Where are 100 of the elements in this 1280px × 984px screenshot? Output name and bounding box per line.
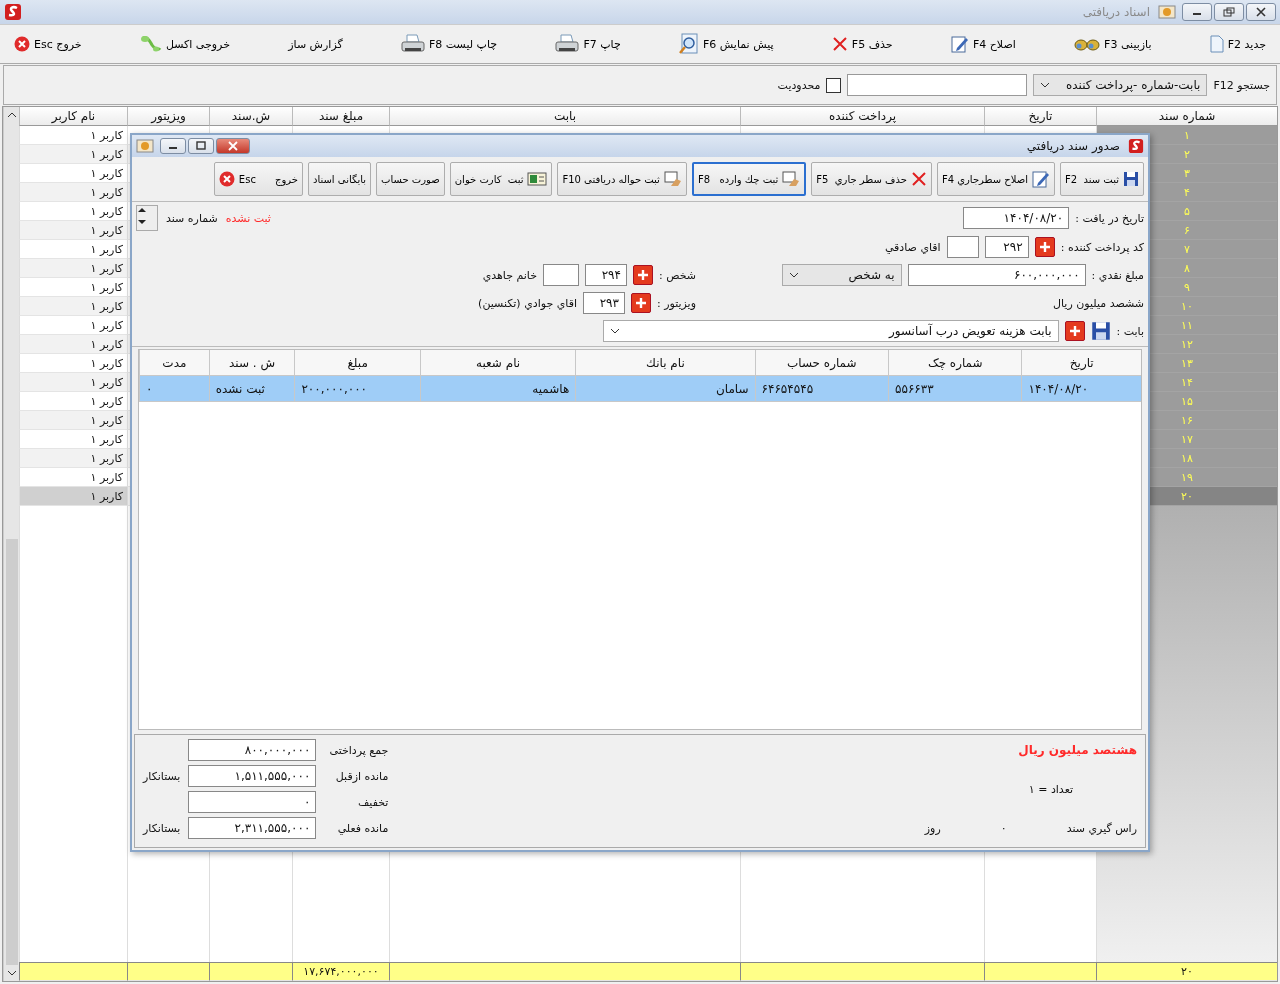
input-field[interactable] [543, 264, 579, 286]
maximize-button[interactable] [188, 138, 214, 154]
rounding-value: ۰ [1000, 822, 1007, 835]
printer-icon [555, 34, 580, 54]
table-cell[interactable]: کاربر ۱ [19, 411, 127, 430]
save-button[interactable] [1090, 321, 1111, 341]
table-cell[interactable]: کاربر ۱ [19, 373, 127, 392]
subject-field[interactable]: بابت هزينه تعويض درب آسانسور [602, 320, 1059, 342]
column-header[interactable]: نام کاربر [19, 107, 127, 126]
toolbar-button[interactable]: خروج Esc [213, 162, 303, 196]
table-cell[interactable]: کاربر ۱ [19, 392, 127, 411]
toolbar-button[interactable]: پیش نمایش F6 [675, 33, 778, 55]
close-button[interactable] [1246, 3, 1276, 21]
toolbar-button[interactable]: چاپ F7 [551, 34, 625, 54]
minimize-button[interactable] [1182, 3, 1212, 21]
toolbar-button[interactable]: خروجی اکسل [135, 34, 234, 54]
total-field[interactable]: ۱,۵۱۱,۵۵۵,۰۰۰ [188, 765, 317, 787]
toolbar-button[interactable]: خروج Esc [10, 36, 86, 52]
table-cell[interactable]: کاربر ۱ [19, 259, 127, 278]
table-cell[interactable]: کاربر ۱ [19, 145, 127, 164]
table-cell[interactable]: کاربر ۱ [19, 297, 127, 316]
table-cell[interactable]: کاربر ۱ [19, 449, 127, 468]
person-code-field[interactable]: ۲۹۴ [585, 264, 627, 286]
column-header[interactable]: بابت [389, 107, 740, 126]
add-button[interactable] [1034, 237, 1055, 257]
toolbar-button[interactable]: اصلاح سطرجاري F4 [936, 162, 1056, 196]
payer-code-field[interactable]: ۲۹۲ [984, 236, 1029, 258]
toolbar-button[interactable]: ثبت کارت خوان [449, 162, 553, 196]
toolbar-button[interactable]: جدید F2 [1205, 35, 1270, 53]
toolbar-button[interactable]: بایگانی اسناد [307, 162, 372, 196]
column-header[interactable]: شماره سند [1096, 107, 1277, 126]
table-cell[interactable]: کاربر ۱ [19, 354, 127, 373]
table-cell[interactable]: کاربر ۱ [19, 468, 127, 487]
close-button[interactable] [216, 138, 250, 154]
toolbar-button[interactable]: حذف سطر جاري F5 [811, 162, 932, 196]
visitor-code-field[interactable]: ۲۹۳ [582, 292, 625, 314]
target-dropdown[interactable]: به شخص [781, 264, 902, 286]
column-header[interactable]: شماره حساب [754, 350, 888, 376]
toolbar-button[interactable]: ثبت چك وارده F8 [691, 162, 807, 196]
column-header[interactable]: مدت [139, 350, 209, 376]
column-header[interactable]: شماره چک [888, 350, 1022, 376]
plus-icon [637, 269, 649, 281]
row-number: ۹ [1184, 280, 1190, 294]
column-header[interactable]: تاریخ [1021, 350, 1141, 376]
total-label: مانده فعلي [336, 821, 389, 835]
cash-amount-field[interactable]: ۶۰۰,۰۰۰,۰۰۰ [907, 264, 1086, 286]
table-cell[interactable]: کاربر ۱ [19, 487, 127, 506]
column-header[interactable]: تاریخ [984, 107, 1096, 126]
toolbar-button[interactable]: گزارش ساز [284, 37, 347, 51]
column-header[interactable]: ش.سند [209, 107, 292, 126]
limit-checkbox[interactable] [826, 77, 842, 93]
table-cell: ۶۴۶۵۴۵۴۵ [761, 381, 814, 396]
toolbar-button[interactable]: اصلاح F4 [946, 35, 1020, 53]
column-header[interactable]: نام شعبه [419, 350, 576, 376]
table-cell[interactable]: کاربر ۱ [19, 202, 127, 221]
table-cell[interactable]: کاربر ۱ [19, 126, 127, 145]
table-cell[interactable]: کاربر ۱ [19, 316, 127, 335]
toolbar-button[interactable]: چاپ لیست F8 [397, 34, 502, 54]
binoculars-icon [1074, 36, 1101, 52]
row-number: ۱۹ [1181, 470, 1193, 484]
person-name: خانم جاهدي [482, 268, 537, 282]
table-cell[interactable]: کاربر ۱ [19, 221, 127, 240]
table-cell[interactable]: کاربر ۱ [19, 240, 127, 259]
add-button[interactable] [1064, 321, 1085, 341]
total-field[interactable]: ۲,۳۱۱,۵۵۵,۰۰۰ [188, 817, 317, 839]
spinner-control[interactable] [136, 205, 158, 231]
toolbar-button[interactable]: حذف F5 [827, 36, 897, 52]
total-field[interactable]: ۸۰۰,۰۰۰,۰۰۰ [188, 739, 317, 761]
search-field[interactable] [847, 74, 1028, 96]
search-field-selector[interactable]: بابت-شماره -پرداخت کننده [1033, 74, 1208, 96]
toolbar-button[interactable]: بازبینی F3 [1070, 36, 1156, 52]
printer-icon [401, 34, 425, 54]
column-header[interactable]: مبلغ [294, 350, 420, 376]
payer-name: اقاي صادقي [884, 240, 941, 254]
add-button[interactable] [633, 265, 653, 285]
column-header[interactable]: پرداخت کننده [740, 107, 984, 126]
toolbar-button[interactable]: ثبت حواله دریافتی F10 [557, 162, 687, 196]
minimize-button[interactable] [160, 138, 186, 154]
input-field[interactable] [946, 236, 979, 258]
date-field[interactable]: ۱۴۰۴/۰۸/۲۰ [963, 207, 1070, 229]
table-cell[interactable]: کاربر ۱ [19, 183, 127, 202]
row-number: ۱۶ [1181, 413, 1193, 427]
column-header[interactable]: ویزیتور [127, 107, 209, 126]
column-header[interactable]: نام بانك [575, 350, 755, 376]
table-cell[interactable]: کاربر ۱ [19, 335, 127, 354]
total-field[interactable]: ۰ [188, 791, 317, 813]
table-cell[interactable]: کاربر ۱ [19, 278, 127, 297]
table-row[interactable]: ۱۴۰۴/۰۸/۲۰ ۵۵۶۶۳۳ ۶۴۶۵۴۵۴۵ سامان هاشمیه ۲۰۰,۰۰۰,۰۰۰ ثبت نشده ۰ [139, 376, 1141, 402]
toolbar-button[interactable]: صورت حساب [376, 162, 445, 196]
table-cell[interactable]: کاربر ۱ [19, 164, 127, 183]
vertical-scrollbar[interactable] [3, 107, 19, 981]
column-header[interactable]: ش . سند [208, 350, 295, 376]
column-header[interactable]: مبلغ سند [292, 107, 389, 126]
pencil-icon [950, 35, 969, 53]
table-cell: ثبت نشده [215, 381, 265, 396]
add-button[interactable] [630, 293, 651, 313]
table-cell[interactable]: کاربر ۱ [19, 430, 127, 449]
toolbar-button[interactable]: ثبت سند F2 [1060, 162, 1144, 196]
row-number: ۱۵ [1181, 394, 1193, 408]
restore-button[interactable] [1214, 3, 1244, 21]
